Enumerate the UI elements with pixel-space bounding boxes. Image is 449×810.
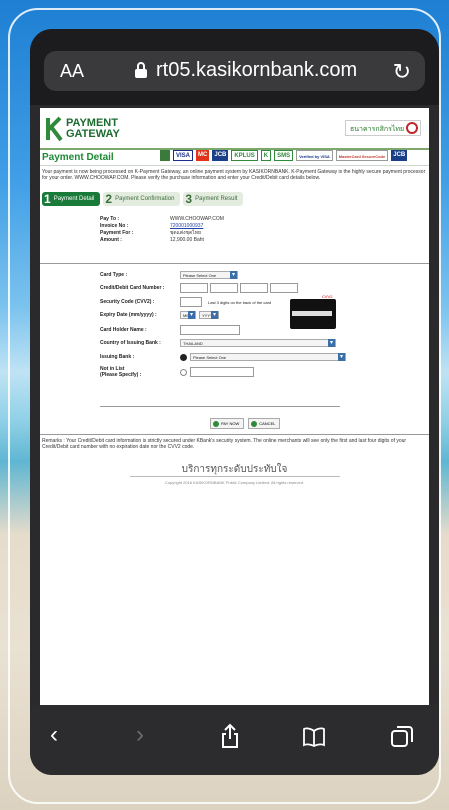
verified-by-visa: Verified by VISA [296, 150, 333, 161]
remarks-text: Remarks : Your Credit/Debit card informa… [42, 438, 407, 450]
form-divider [100, 406, 340, 407]
cvv-card-image [290, 299, 336, 329]
copyright-text: Copyright 2016 KASIKORNBANK Public Compa… [164, 480, 305, 485]
country-select[interactable]: THAILAND [180, 339, 336, 347]
url-field[interactable]: AA rt05.kasikornbank.com ↻ [44, 51, 425, 91]
order-info: Pay To : WWW.CHOOWAP.COM Invoice No :7200… [100, 216, 224, 244]
holder-name-row: Card Holder Name : [100, 325, 242, 335]
amount-row: Amount :12,900.00 Baht [100, 237, 204, 243]
cancel-icon [251, 421, 258, 427]
expiry-year-select[interactable]: YYYY [199, 311, 219, 319]
cvv-input[interactable] [180, 297, 202, 307]
card-brand-visa: VISA [173, 150, 194, 161]
card-number-input-2[interactable] [210, 283, 238, 293]
cvv-card-label: CVV2 [322, 294, 333, 299]
card-number-input-3[interactable] [240, 283, 268, 293]
reload-icon[interactable]: ↻ [393, 59, 411, 85]
card-brand-icon [160, 150, 170, 161]
card-signature-strip [292, 311, 332, 316]
address-bar: AA rt05.kasikornbank.com ↻ [30, 29, 439, 105]
payment-for-row: Payment For : ชุดแต่งชุดไทย [100, 230, 201, 236]
jcb-secure: JCB [391, 150, 408, 161]
mastercard-securecode: MasterCard SecureCode [335, 150, 389, 161]
expiry-month-select[interactable]: MM [180, 311, 196, 319]
card-number-row: Credit/Debit Card Number : [100, 283, 300, 293]
card-brand-mastercard: MC [196, 150, 210, 161]
country-row: Country of Issuing Bank : THAILAND [100, 339, 336, 347]
slogan-divider [130, 476, 340, 477]
bank-slogan: บริการทุกระดับประทับใจ [181, 464, 288, 475]
lock-icon [135, 62, 147, 78]
not-in-list-radio[interactable] [180, 368, 187, 376]
phone-screen: AA rt05.kasikornbank.com ↻ PAYMENT GATEW… [30, 29, 439, 775]
issuing-bank-select[interactable]: Please Select One [190, 353, 346, 361]
bank-logo-text: ธนาคารกสิกรไทย [350, 126, 405, 133]
share-icon[interactable] [220, 723, 240, 749]
holder-name-input[interactable] [180, 325, 240, 335]
forward-icon[interactable]: › [136, 721, 144, 749]
info-divider [40, 263, 429, 264]
not-in-list-input[interactable] [190, 367, 254, 377]
pay-to-row: Pay To : WWW.CHOOWAP.COM [100, 216, 224, 222]
form-actions: PAY NOW CANCEL [210, 418, 281, 429]
url-text: rt05.kasikornbank.com [156, 59, 358, 81]
card-type-row: Card Type : Please Select One [100, 271, 238, 279]
page-title: Payment Detail [42, 152, 114, 163]
bank-logo-icon [406, 122, 418, 134]
issuing-bank-radio[interactable] [180, 353, 187, 361]
web-page: PAYMENT GATEWAY ธนาคารกสิกรไทย Payment D… [40, 108, 429, 705]
back-icon[interactable]: ‹ [50, 721, 58, 749]
actions-divider [40, 434, 429, 435]
k-logo-icon [46, 116, 63, 142]
issuing-bank-row: Issuing Bank : Please Select One [100, 353, 346, 361]
not-in-list-sub: (Please Specify) : [100, 372, 142, 378]
card-brand-kplus: KPLUS [231, 150, 258, 161]
title-divider [40, 165, 429, 166]
browser-toolbar: ‹ › [30, 705, 439, 775]
bookmarks-icon[interactable] [302, 727, 326, 747]
card-type-select[interactable]: Please Select One [180, 271, 238, 279]
card-number-input-1[interactable] [180, 283, 208, 293]
step-payment-detail: 1 Payment Detail [42, 192, 101, 206]
expiry-row: Expiry Date (mm/yyyy) : MM YYYY [100, 311, 219, 319]
card-brand-list: VISA MC JCB KPLUS K SMS Verified by VISA… [160, 150, 408, 161]
logo-line2: GATEWAY [66, 128, 120, 140]
intro-text: Your payment is now being processed on K… [42, 169, 426, 181]
card-brand-k: K [260, 150, 272, 161]
pay-now-icon [213, 421, 219, 427]
cvv-row: Security Code (CVV2) : Last 3 digits on … [100, 297, 272, 307]
card-brand-jcb: JCB [212, 150, 229, 161]
card-number-input-4[interactable] [270, 283, 298, 293]
card-brand-sms: SMS [274, 150, 294, 161]
step-payment-result: 3 Payment Result [183, 192, 244, 206]
cvv-hint: Last 3 digits on the back of the card [208, 299, 272, 305]
pay-now-button[interactable]: PAY NOW [210, 418, 245, 429]
kasikornbank-logo: ธนาคารกสิกรไทย [345, 120, 421, 136]
text-size-button[interactable]: AA [60, 61, 84, 82]
payment-gateway-logo: PAYMENT GATEWAY [46, 116, 136, 144]
invoice-row: Invoice No :720001000937 [100, 223, 204, 229]
cancel-button[interactable]: CANCEL [248, 418, 281, 429]
tabs-icon[interactable] [390, 725, 414, 749]
progress-steps: 1 Payment Detail 2 Payment Confirmation … [42, 192, 244, 206]
not-in-list-row: Not in List (Please Specify) : [100, 366, 256, 378]
step-payment-confirmation: 2 Payment Confirmation [103, 192, 181, 206]
